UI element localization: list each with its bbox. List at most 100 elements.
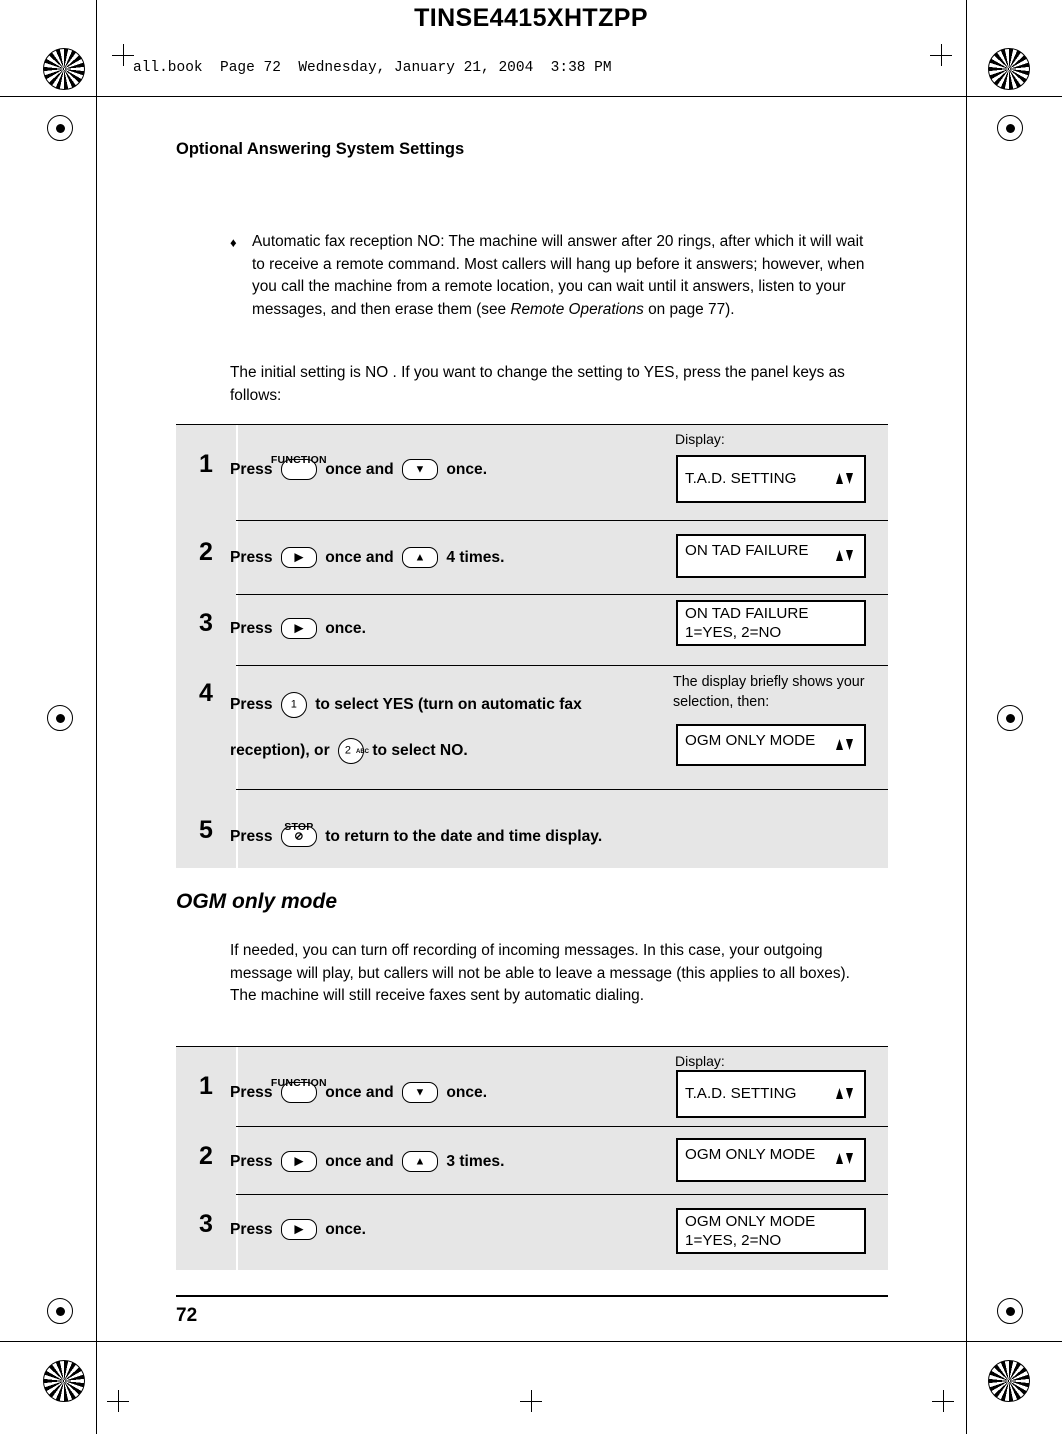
- lcd-arrows-icon: [834, 1150, 856, 1171]
- table1-note: The display briefly shows your selection…: [673, 674, 865, 710]
- function-key-icon[interactable]: FUNCTION: [271, 1077, 327, 1104]
- step-word-times: 4 times.: [446, 549, 505, 566]
- digit-1-key-icon[interactable]: 1: [280, 691, 307, 718]
- table2-lcd-2: OGM ONLY MODE: [676, 1138, 866, 1182]
- lcd-line-1: T.A.D. SETTING: [685, 470, 797, 487]
- table1-lcd-3: ON TAD FAILURE 1=YES, 2=NO: [676, 600, 866, 646]
- table1-lcd-4: OGM ONLY MODE: [676, 724, 866, 766]
- table1-step-5-text: Press STOP ⊘ to return to the date and ti…: [230, 821, 603, 852]
- digit-2-key-icon[interactable]: 2 ABC: [337, 737, 369, 764]
- function-key-label: FUNCTION: [270, 454, 327, 467]
- trim-line-bottom: [0, 1341, 1062, 1342]
- table2-step-2-text: Press ▶ once and ▲ 3 times.: [230, 1147, 504, 1177]
- trim-line-top: [0, 96, 1062, 97]
- registration-target-bottom-right: [997, 1298, 1023, 1324]
- table2-row-divider-2: [236, 1194, 888, 1195]
- step-word-press: Press: [230, 1084, 273, 1101]
- step-word-press: Press: [230, 828, 273, 845]
- registration-target-mid-left: [47, 705, 73, 731]
- crop-mark-bottom-center: [520, 1390, 542, 1412]
- book-path-line: all.book Page 72 Wednesday, January 21, …: [133, 60, 612, 76]
- up-arrow-key-icon[interactable]: ▲: [401, 547, 438, 569]
- diamond-bullet-icon: ♦: [230, 235, 237, 250]
- table1-step-3-text: Press ▶ once.: [230, 614, 366, 644]
- crop-mark-top-left: [112, 44, 134, 66]
- registration-target-mid-right: [997, 705, 1023, 731]
- table2-lcd-1: T.A.D. SETTING: [676, 1070, 866, 1118]
- down-arrow-key-icon[interactable]: ▼: [401, 1082, 438, 1104]
- function-key-label: FUNCTION: [270, 1077, 327, 1090]
- crop-mark-bottom-right: [932, 1390, 954, 1412]
- lcd-line-1: OGM ONLY MODE: [685, 732, 816, 749]
- table1-step-4-text: Press 1 to select YES (turn on automatic…: [230, 682, 650, 774]
- intro-paragraph: The initial setting is NO . If you want …: [230, 364, 845, 404]
- table1-step-5-number: 5: [199, 816, 213, 844]
- right-arrow-key-icon[interactable]: ▶: [280, 1219, 317, 1241]
- bullet-text-part2: on page 77).: [643, 300, 735, 318]
- lcd-line-1: OGM ONLY MODE: [685, 1146, 816, 1163]
- table1-display-label: Display:: [675, 431, 725, 447]
- lcd-line-2: 1=YES, 2=NO: [685, 624, 782, 641]
- right-arrow-key-icon[interactable]: ▶: [280, 547, 317, 569]
- registration-pinwheel-bottom-right: [988, 1360, 1030, 1402]
- table2-step-1-number: 1: [199, 1072, 213, 1100]
- step-word-times: 3 times.: [446, 1153, 505, 1170]
- function-key-icon[interactable]: FUNCTION: [271, 454, 327, 481]
- lcd-line-1: T.A.D. SETTING: [685, 1085, 797, 1102]
- step-word-once-and: once and: [325, 461, 394, 478]
- step-text-return: to return to the date and time display.: [325, 828, 603, 845]
- table1-step-2-number: 2: [199, 538, 213, 566]
- registration-pinwheel-top-right: [988, 48, 1030, 90]
- table1-row-divider-3: [236, 665, 888, 666]
- up-down-arrows-svg: [836, 473, 853, 484]
- up-arrow-key-icon[interactable]: ▲: [401, 1151, 438, 1173]
- up-down-arrows-svg: [836, 739, 853, 750]
- crop-mark-top-right: [930, 44, 952, 66]
- lcd-arrows-icon: [834, 547, 856, 568]
- step-word-once: once.: [446, 1084, 488, 1101]
- bullet-text-italic: Remote Operations: [510, 300, 644, 318]
- trim-line-left: [96, 0, 97, 1434]
- table1-row-divider-1: [236, 520, 888, 521]
- stop-key-icon[interactable]: STOP ⊘: [280, 821, 317, 848]
- registration-target-top-left: [47, 115, 73, 141]
- section-body: If needed, you can turn off recording of…: [230, 942, 850, 1004]
- registration-pinwheel-bottom-left: [43, 1360, 85, 1402]
- table1-step-3-number: 3: [199, 609, 213, 637]
- right-arrow-key-icon[interactable]: ▶: [280, 1151, 317, 1173]
- table1-step-1-number: 1: [199, 450, 213, 478]
- step-word-once-and: once and: [325, 1153, 394, 1170]
- table1-lcd-2: ON TAD FAILURE: [676, 534, 866, 578]
- up-down-arrows-svg: [836, 1088, 853, 1099]
- bullet-paragraph: ♦ Automatic fax reception NO: The machin…: [230, 231, 870, 321]
- step-word-once-and: once and: [325, 1084, 394, 1101]
- table1-step-1-text: Press FUNCTION once and ▼ once.: [230, 454, 488, 485]
- page-number: 72: [176, 1305, 198, 1326]
- step-word-press: Press: [230, 461, 273, 478]
- table1-step-2-text: Press ▶ once and ▲ 4 times.: [230, 543, 504, 573]
- table2-row-divider-1: [236, 1126, 888, 1127]
- step-word-press: Press: [230, 1221, 273, 1238]
- registration-target-bottom-left: [47, 1298, 73, 1324]
- table1-row-divider-4: [236, 789, 888, 790]
- step-word-once: once.: [446, 461, 488, 478]
- table1-row-divider-2: [236, 594, 888, 595]
- lcd-arrows-icon: [834, 470, 856, 491]
- table1-column-divider: [236, 425, 238, 868]
- step-word-once: once.: [325, 1221, 366, 1238]
- lcd-line-1: ON TAD FAILURE: [685, 605, 809, 622]
- registration-pinwheel-top-left: [43, 48, 85, 90]
- down-arrow-key-icon[interactable]: ▼: [401, 459, 438, 481]
- step-word-once-and: once and: [325, 549, 394, 566]
- table2-step-3-text: Press ▶ once.: [230, 1215, 366, 1245]
- table2-display-label: Display:: [675, 1053, 725, 1069]
- lcd-line-1: ON TAD FAILURE: [685, 542, 809, 559]
- step-word-press: Press: [230, 549, 273, 566]
- lcd-arrows-icon: [834, 1085, 856, 1106]
- table2-step-2-number: 2: [199, 1142, 213, 1170]
- section-title: OGM only mode: [176, 890, 338, 913]
- lcd-line-1: OGM ONLY MODE: [685, 1213, 816, 1230]
- right-arrow-key-icon[interactable]: ▶: [280, 618, 317, 640]
- table2-step-1-text: Press FUNCTION once and ▼ once.: [230, 1077, 488, 1108]
- step-word-press: Press: [230, 696, 273, 713]
